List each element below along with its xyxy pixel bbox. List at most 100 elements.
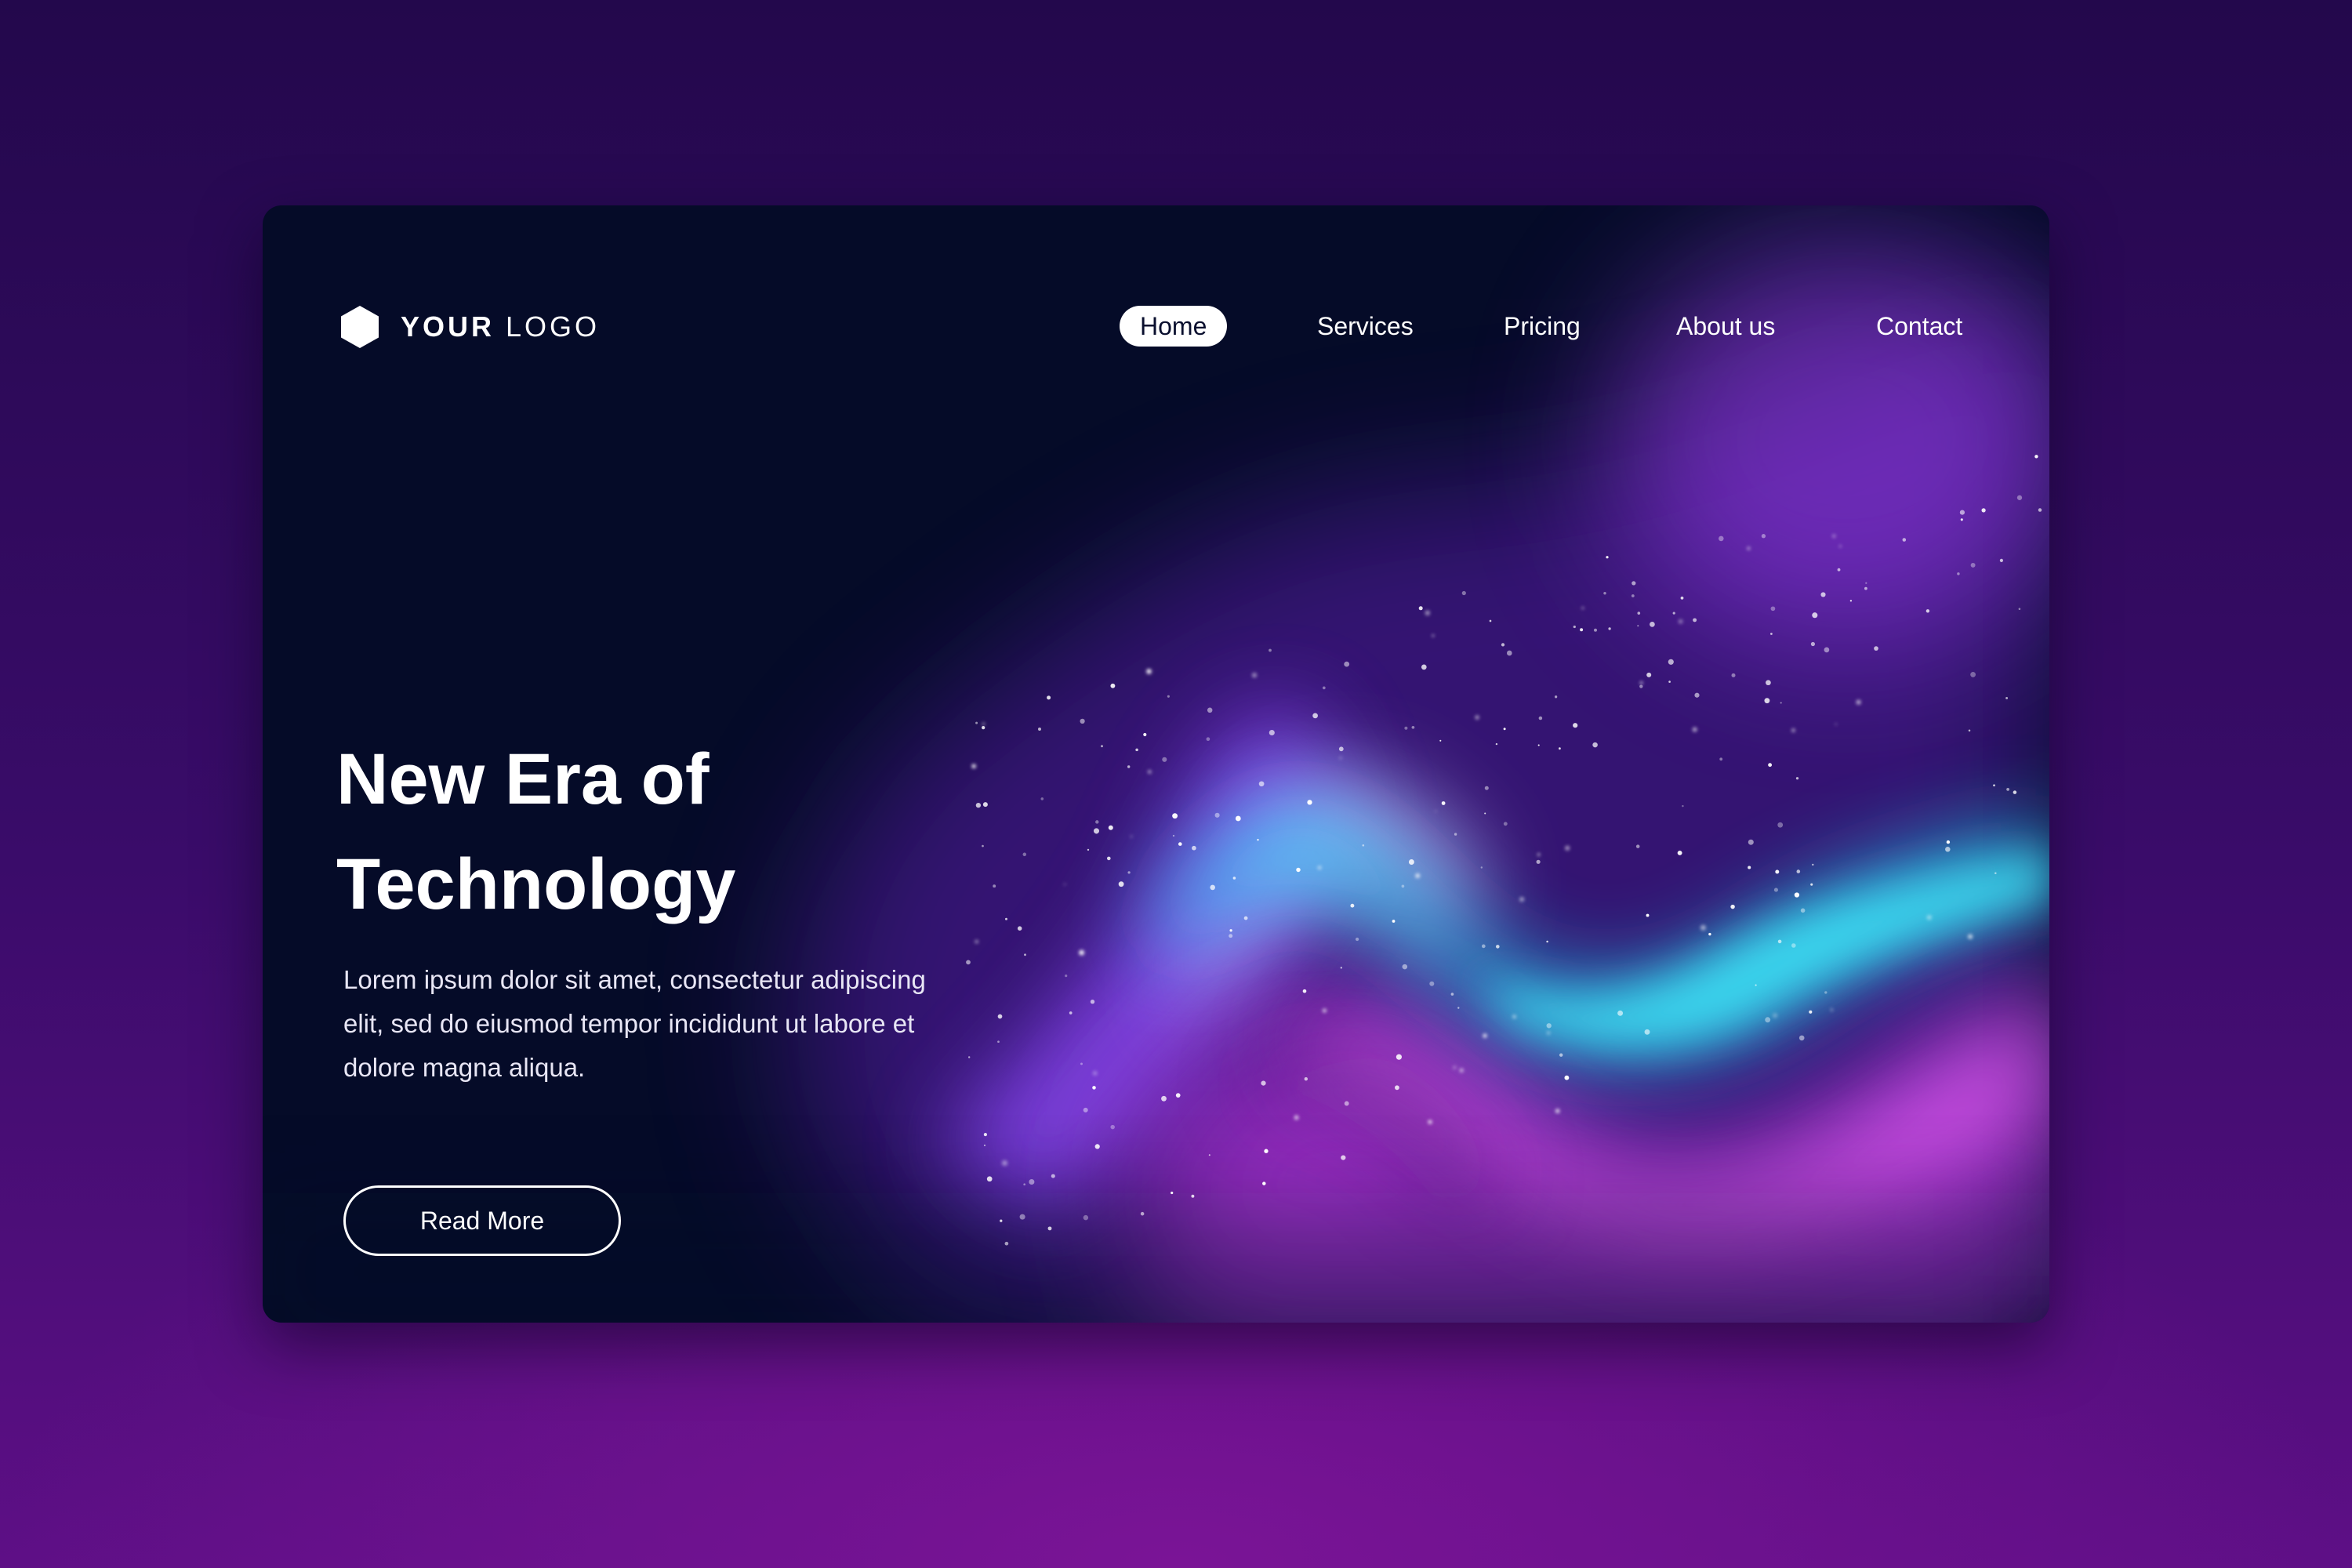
- star-sparkle: [1993, 784, 1995, 787]
- star-sparkle: [1820, 592, 1826, 597]
- star-sparkle: [1106, 856, 1111, 861]
- star-sparkle: [1632, 581, 1636, 586]
- star-sparkle: [1127, 871, 1131, 874]
- star-sparkle: [1092, 1086, 1096, 1090]
- hero-title: New Era of Technology: [336, 727, 1042, 937]
- nav-item-services[interactable]: Services: [1317, 306, 1414, 347]
- star-sparkle: [2006, 788, 2009, 791]
- main-nav: Home Services Pricing About us Contact: [263, 306, 2049, 348]
- star-sparkle: [1546, 940, 1548, 943]
- star-sparkle: [1484, 786, 1489, 790]
- star-sparkle: [1791, 943, 1796, 948]
- star-sparkle: [1592, 742, 1598, 748]
- star-sparkle: [1594, 628, 1597, 632]
- nav-item-home[interactable]: Home: [1120, 306, 1228, 347]
- star-sparkle: [1719, 535, 1724, 542]
- star-sparkle: [1810, 883, 1813, 886]
- hero-title-line-2: Technology: [336, 844, 736, 924]
- star-sparkle: [1668, 681, 1671, 683]
- star-sparkle: [1094, 1144, 1100, 1149]
- star-sparkle: [1322, 686, 1326, 690]
- star-sparkle: [1617, 1010, 1624, 1016]
- star-sparkle: [1210, 884, 1215, 891]
- star-sparkle: [983, 1133, 987, 1137]
- star-sparkle: [1392, 920, 1396, 923]
- star-sparkle: [1135, 748, 1138, 752]
- star-sparkle: [1968, 729, 1971, 732]
- star-sparkle: [1646, 913, 1650, 917]
- star-sparkle: [1672, 612, 1675, 615]
- star-sparkle: [1824, 647, 1830, 653]
- star-sparkle: [1506, 650, 1512, 656]
- read-more-button[interactable]: Read More: [343, 1185, 621, 1256]
- star-sparkle: [1677, 850, 1682, 855]
- star-sparkle: [1538, 716, 1543, 720]
- star-sparkle: [1269, 729, 1275, 736]
- star-sparkle: [1127, 765, 1131, 768]
- star-sparkle: [1902, 538, 1907, 542]
- star-sparkle: [1083, 1214, 1089, 1221]
- star-sparkle: [1162, 757, 1167, 762]
- star-sparkle: [1830, 1008, 1833, 1011]
- star-sparkle: [1747, 546, 1751, 550]
- star-sparkle: [1140, 1211, 1145, 1216]
- star-sparkle: [1748, 839, 1754, 845]
- star-sparkle: [1439, 739, 1442, 742]
- star-sparkle: [2034, 455, 2038, 459]
- star-sparkle: [1258, 781, 1265, 787]
- star-sparkle: [1865, 582, 1867, 584]
- star-sparkle: [1087, 848, 1090, 851]
- star-sparkle: [1554, 695, 1558, 699]
- star-sparkle: [1172, 813, 1178, 819]
- star-sparkle: [1453, 1065, 1457, 1069]
- star-sparkle: [1143, 732, 1147, 737]
- star-sparkle: [1063, 883, 1066, 886]
- star-sparkle: [1344, 661, 1350, 667]
- star-sparkle: [1680, 596, 1684, 600]
- star-sparkle: [2013, 790, 2017, 794]
- star-sparkle: [1262, 1181, 1266, 1185]
- star-sparkle: [1296, 867, 1301, 873]
- star-sparkle: [1001, 1160, 1008, 1167]
- star-sparkle: [1110, 1124, 1115, 1130]
- star-sparkle: [1708, 932, 1711, 936]
- star-sparkle: [1095, 820, 1099, 824]
- star-sparkle: [1171, 1191, 1174, 1195]
- star-sparkle: [1083, 1107, 1088, 1112]
- star-sparkle: [1395, 1085, 1399, 1091]
- star-sparkle: [1019, 1214, 1025, 1220]
- star-sparkle: [1108, 825, 1113, 830]
- star-sparkle: [1090, 1000, 1095, 1004]
- star-sparkle: [1483, 1033, 1487, 1038]
- nav-item-about-us[interactable]: About us: [1676, 306, 1775, 347]
- star-sparkle: [1080, 718, 1085, 724]
- star-sparkle: [1970, 562, 1976, 568]
- nav-item-contact[interactable]: Contact: [1876, 306, 1962, 347]
- star-sparkle: [1110, 683, 1116, 688]
- star-sparkle: [1243, 916, 1248, 920]
- star-sparkle: [1606, 556, 1609, 559]
- star-sparkle: [1999, 558, 2003, 562]
- hero-description-line-2: elit, sed do eiusmod tempor incididunt u…: [343, 1009, 915, 1038]
- star-sparkle: [1101, 745, 1103, 748]
- star-sparkle: [1093, 828, 1100, 834]
- star-sparkle: [1229, 929, 1232, 932]
- star-sparkle: [1481, 944, 1486, 949]
- star-sparkle: [1537, 853, 1541, 856]
- star-sparkle: [1968, 934, 1973, 939]
- nav-item-pricing[interactable]: Pricing: [1504, 306, 1581, 347]
- star-sparkle: [1639, 681, 1643, 684]
- star-sparkle: [1461, 590, 1466, 596]
- star-sparkle: [1755, 984, 1757, 986]
- star-sparkle: [1418, 606, 1423, 611]
- hero-description: Lorem ipsum dolor sit amet, consectetur …: [343, 958, 1033, 1090]
- star-sparkle: [1261, 1080, 1266, 1086]
- star-sparkle: [1428, 1120, 1432, 1124]
- star-sparkle: [1637, 625, 1639, 627]
- star-sparkle: [1208, 1154, 1210, 1156]
- star-sparkle: [1454, 833, 1457, 836]
- star-sparkle: [1269, 648, 1272, 652]
- star-sparkle: [1339, 757, 1342, 760]
- star-sparkle: [1773, 1013, 1777, 1018]
- star-sparkle: [1809, 1010, 1813, 1014]
